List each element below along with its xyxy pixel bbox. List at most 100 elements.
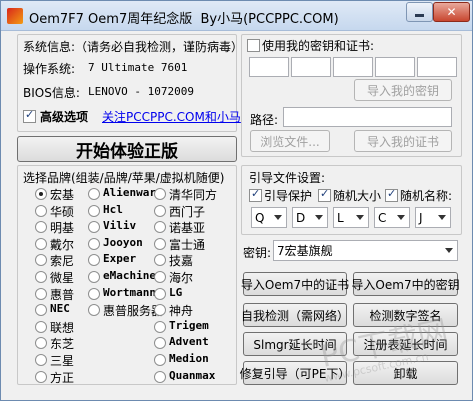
brand-radio[interactable]	[35, 354, 47, 366]
brand-label: Trigem	[169, 318, 209, 332]
drive-select-2[interactable]: D	[292, 207, 328, 228]
start-genuine-button[interactable]: 开始体验正版	[17, 136, 237, 162]
os-value: 7 Ultimate 7601	[88, 61, 188, 74]
drive-select-1[interactable]: Q	[251, 207, 287, 228]
bios-value: LENOVO - 1072009	[88, 85, 194, 98]
brand-radio[interactable]	[154, 320, 166, 333]
brand-label: Hcl	[103, 202, 123, 216]
key-segment-3[interactable]	[333, 57, 373, 77]
brand-label: 富士通	[169, 237, 206, 252]
random-name-checkbox[interactable]	[385, 187, 398, 202]
brand-radio[interactable]	[88, 271, 100, 283]
brand-radio[interactable]	[35, 370, 47, 383]
brand-label: 明基	[50, 221, 75, 236]
key-segment-1[interactable]	[249, 57, 289, 77]
brand-radio[interactable]	[88, 204, 100, 217]
brand-radio[interactable]	[35, 287, 47, 300]
bios-label: BIOS信息:	[23, 86, 80, 100]
brand-label: 宏基	[50, 188, 75, 202]
boot-protect-label: 引导保护	[264, 189, 313, 203]
boot-protect-checkbox[interactable]	[249, 187, 262, 202]
brand-label: Wortmann	[103, 285, 156, 299]
drive-select-5[interactable]: J	[415, 207, 451, 228]
brand-label: Quanmax	[169, 368, 216, 382]
brand-radio[interactable]	[154, 271, 166, 283]
app-window: Oem7F7 Oem7周年纪念版 By小马(PCCPPC.COM) ✕ 系统信息…	[0, 0, 473, 401]
self-check-button[interactable]: 自我检测（需网络）	[241, 303, 349, 327]
brand-radio[interactable]	[35, 237, 47, 250]
brand-label: 技嘉	[169, 254, 194, 269]
path-label: 路径:	[250, 113, 279, 127]
chevron-down-icon	[315, 215, 323, 220]
minimize-icon	[415, 13, 424, 17]
key-edition-select[interactable]: 7宏基旗舰	[273, 240, 458, 261]
system-info-heading: 系统信息:（请务必自我检测，谨防病毒）	[23, 40, 244, 54]
path-input[interactable]	[283, 107, 452, 127]
use-my-key-checkbox[interactable]	[247, 39, 260, 52]
advanced-options-checkbox[interactable]	[23, 108, 36, 123]
key-label: 密钥:	[243, 246, 272, 260]
random-size-checkbox[interactable]	[318, 187, 331, 202]
random-name-label: 随机名称:	[400, 189, 453, 203]
random-size-label: 随机大小	[333, 189, 382, 203]
brand-radio[interactable]	[154, 370, 166, 383]
brand-radio[interactable]	[154, 204, 166, 217]
import-oem-key-button[interactable]: 导入Oem7中的密钥	[351, 272, 460, 296]
brand-radio[interactable]	[88, 237, 100, 250]
brand-label: 海尔	[169, 271, 194, 285]
title-bar[interactable]: Oem7F7 Oem7周年纪念版 By小马(PCCPPC.COM) ✕	[1, 1, 472, 31]
import-oem-cert-button[interactable]: 导入Oem7中的证书	[241, 272, 349, 296]
brand-label: 索尼	[50, 254, 75, 269]
brand-radio[interactable]	[88, 188, 100, 200]
brand-radio[interactable]	[35, 188, 47, 200]
use-my-key-label: 使用我的密钥和证书:	[262, 39, 375, 53]
brand-label: 联想	[50, 320, 75, 335]
brand-label: 清华同方	[169, 188, 218, 202]
os-label: 操作系统:	[23, 62, 76, 76]
brand-radio[interactable]	[88, 287, 100, 300]
window-title: Oem7F7 Oem7周年纪念版 By小马(PCCPPC.COM)	[29, 12, 339, 27]
follow-link[interactable]: 关注PCCPPC.COM和小马	[102, 108, 241, 125]
close-icon: ✕	[446, 5, 457, 19]
brand-radio[interactable]	[154, 287, 166, 300]
brand-label: 西门子	[169, 204, 206, 219]
brand-label: 神舟	[169, 304, 194, 319]
key-segment-2[interactable]	[291, 57, 331, 77]
chevron-down-icon	[397, 215, 405, 220]
brand-label: Medion	[169, 352, 209, 365]
brand-radio[interactable]	[35, 271, 47, 283]
brand-radio[interactable]	[35, 204, 47, 217]
brand-label: 东芝	[50, 337, 75, 352]
key-segment-4[interactable]	[375, 57, 415, 77]
brand-label: eMachine	[103, 269, 156, 282]
brand-heading: 选择品牌(组装/品牌/苹果/虚拟机随便)	[23, 171, 225, 185]
brand-label: 惠普	[50, 287, 75, 302]
brand-label: 方正	[50, 370, 75, 385]
drive-select-3[interactable]: L	[333, 207, 369, 228]
advanced-options-label: 高级选项	[40, 110, 89, 124]
brand-label: LG	[169, 285, 183, 299]
import-my-cert-button[interactable]: 导入我的证书	[354, 130, 452, 152]
chevron-down-icon	[274, 215, 282, 220]
brand-label: 诺基亚	[169, 221, 206, 236]
brand-radio[interactable]	[154, 237, 166, 250]
browse-button[interactable]: 浏览文件...	[250, 130, 330, 152]
brand-label: 华硕	[50, 204, 75, 219]
key-segment-5[interactable]	[417, 57, 457, 77]
brand-label: Exper	[103, 252, 137, 266]
brand-label: NEC	[50, 302, 70, 316]
brand-label: Advent	[169, 335, 209, 349]
drive-select-4[interactable]: C	[374, 207, 410, 228]
close-button[interactable]: ✕	[433, 2, 470, 22]
chevron-down-icon	[445, 248, 453, 253]
brand-label: 微星	[50, 271, 75, 285]
brand-radio[interactable]	[154, 354, 166, 366]
brand-label: 戴尔	[50, 237, 75, 252]
brand-radio[interactable]	[154, 188, 166, 200]
boot-settings-heading: 引导文件设置:	[249, 171, 326, 185]
brand-radio[interactable]	[35, 320, 47, 333]
import-my-key-button[interactable]: 导入我的密钥	[354, 79, 452, 101]
minimize-button[interactable]	[406, 2, 433, 22]
brand-label: Jooyon	[103, 235, 143, 249]
brand-label: 三星	[50, 354, 75, 368]
